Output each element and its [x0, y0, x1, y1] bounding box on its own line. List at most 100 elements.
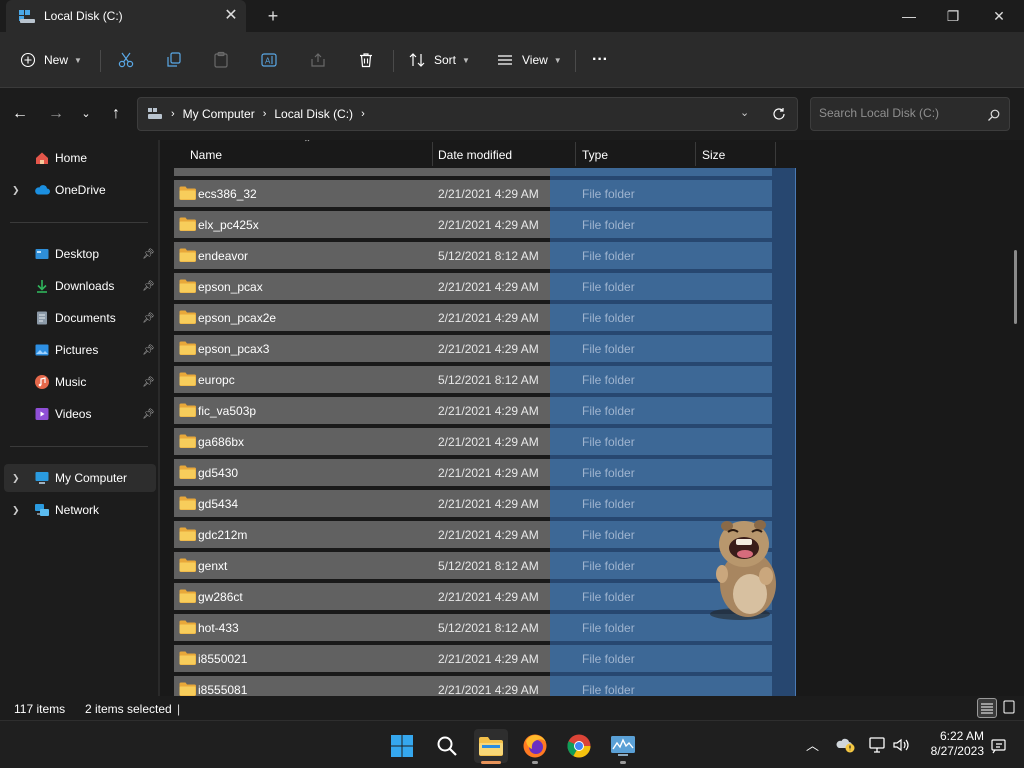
- recent-locations-button[interactable]: ⌄: [74, 103, 98, 125]
- file-name: gw286ct: [198, 590, 243, 604]
- firefox-icon: [523, 734, 547, 758]
- minimize-button[interactable]: —: [886, 0, 932, 32]
- show-hidden-icons-chevron-icon[interactable]: ︿: [806, 735, 819, 754]
- tab-local-disk[interactable]: Local Disk (C:) ✕: [6, 0, 246, 32]
- table-row[interactable]: epson_pcax2e 2/21/2021 4:29 AM File folder: [174, 304, 772, 331]
- search-input[interactable]: [819, 106, 979, 120]
- search-taskbar-button[interactable]: [430, 729, 464, 763]
- chrome-taskbar-button[interactable]: [562, 729, 596, 763]
- start-button[interactable]: [385, 729, 419, 763]
- file-date-modified: 2/21/2021 4:29 AM: [438, 497, 539, 511]
- expand-chevron-icon[interactable]: ❯: [12, 505, 20, 516]
- sidebar-item-desktop[interactable]: Desktop 📌︎: [4, 240, 156, 268]
- table-row[interactable]: epson_pcax 2/21/2021 4:29 AM File folder: [174, 273, 772, 300]
- breadcrumb-my-computer[interactable]: My Computer: [183, 107, 255, 121]
- address-bar[interactable]: › My Computer › Local Disk (C:) › ⌄: [137, 97, 798, 131]
- rename-button[interactable]: A: [260, 44, 278, 76]
- address-history-chevron-icon[interactable]: ⌄: [740, 106, 749, 119]
- address-row: ← → ⌄ ↑ › My Computer › Local Disk (C:) …: [0, 88, 1024, 140]
- search-box[interactable]: [810, 97, 1010, 131]
- sidebar-item-pictures[interactable]: Pictures 📌︎: [4, 336, 156, 364]
- table-row[interactable]: gdc212m 2/21/2021 4:29 AM File folder: [174, 521, 772, 548]
- column-header-date[interactable]: Date modified: [438, 148, 512, 162]
- file-type: File folder: [582, 373, 635, 387]
- sidebar-item-downloads[interactable]: Downloads 📌︎: [4, 272, 156, 300]
- volume-icon[interactable]: [892, 736, 910, 754]
- table-row[interactable]: fic_va503p 2/21/2021 4:29 AM File folder: [174, 397, 772, 424]
- column-divider[interactable]: [432, 142, 433, 166]
- column-header-type[interactable]: Type: [582, 148, 608, 162]
- column-header-name[interactable]: Name: [190, 148, 222, 162]
- resource-monitor-taskbar-button[interactable]: [606, 729, 640, 763]
- refresh-icon[interactable]: [772, 107, 786, 121]
- view-button[interactable]: View ▼: [496, 44, 562, 76]
- sidebar-item-documents[interactable]: Documents 📌︎: [4, 304, 156, 332]
- up-button[interactable]: ↑: [104, 103, 128, 125]
- forward-button[interactable]: →: [44, 103, 68, 125]
- file-date-modified: 5/12/2021 8:12 AM: [438, 249, 539, 263]
- clipboard-icon: [214, 51, 228, 68]
- breadcrumb-chevron-icon[interactable]: ›: [361, 108, 365, 120]
- table-row[interactable]: elx_pc425x 2/21/2021 4:29 AM File folder: [174, 211, 772, 238]
- table-row[interactable]: i8550021 2/21/2021 4:29 AM File folder: [174, 645, 772, 672]
- cut-button[interactable]: [117, 44, 135, 76]
- table-row[interactable]: gd5434 2/21/2021 4:29 AM File folder: [174, 490, 772, 517]
- table-row[interactable]: gw286ct 2/21/2021 4:29 AM File folder: [174, 583, 772, 610]
- new-button[interactable]: New ▼: [20, 44, 82, 76]
- sidebar-item-network[interactable]: ❯ Network: [4, 496, 156, 524]
- table-row[interactable]: hot-433 5/12/2021 8:12 AM File folder: [174, 614, 772, 641]
- file-date-modified: 2/21/2021 4:29 AM: [438, 187, 539, 201]
- sidebar-item-onedrive[interactable]: ❯ OneDrive: [4, 176, 156, 204]
- close-tab-icon[interactable]: ✕: [220, 5, 242, 27]
- copy-button[interactable]: [165, 44, 183, 76]
- column-divider[interactable]: [575, 142, 576, 166]
- system-clock[interactable]: 6:22 AM 8/27/2023: [920, 729, 984, 759]
- tiles-view-toggle[interactable]: [1000, 698, 1020, 718]
- table-row[interactable]: ecs386_32 2/21/2021 4:29 AM File folder: [174, 180, 772, 207]
- table-row[interactable]: genxt 5/12/2021 8:12 AM File folder: [174, 552, 772, 579]
- sidebar-item-my-computer[interactable]: ❯ My Computer: [4, 464, 156, 492]
- breadcrumb-chevron-icon[interactable]: ›: [263, 108, 267, 120]
- table-row[interactable]: i8555081 2/21/2021 4:29 AM File folder: [174, 676, 772, 696]
- onedrive-warning-icon[interactable]: [836, 737, 856, 753]
- table-row[interactable]: [174, 168, 772, 176]
- column-header-size[interactable]: Size: [702, 148, 725, 162]
- paste-button[interactable]: [212, 44, 230, 76]
- close-button[interactable]: ✕: [976, 0, 1022, 32]
- file-name: elx_pc425x: [198, 218, 259, 232]
- back-button[interactable]: ←: [8, 103, 32, 125]
- delete-button[interactable]: [357, 44, 375, 76]
- search-icon[interactable]: [987, 109, 1000, 122]
- table-row[interactable]: epson_pcax3 2/21/2021 4:29 AM File folder: [174, 335, 772, 362]
- file-date-modified: 2/21/2021 4:29 AM: [438, 652, 539, 666]
- network-tray-icon[interactable]: [868, 736, 886, 754]
- table-row[interactable]: europc 5/12/2021 8:12 AM File folder: [174, 366, 772, 393]
- file-name: i8555081: [198, 683, 248, 696]
- share-button[interactable]: [309, 44, 327, 76]
- sidebar-item-home[interactable]: Home: [4, 144, 156, 172]
- column-divider[interactable]: [775, 142, 776, 166]
- tiles-view-icon: [1003, 700, 1015, 714]
- vertical-scrollbar-thumb[interactable]: [1014, 250, 1017, 324]
- breadcrumb-local-disk[interactable]: Local Disk (C:): [274, 107, 353, 121]
- table-row[interactable]: ga686bx 2/21/2021 4:29 AM File folder: [174, 428, 772, 455]
- table-row[interactable]: gd5430 2/21/2021 4:29 AM File folder: [174, 459, 772, 486]
- sidebar-item-videos[interactable]: Videos 📌︎: [4, 400, 156, 428]
- file-date-modified: 2/21/2021 4:29 AM: [438, 342, 539, 356]
- column-divider[interactable]: [695, 142, 696, 166]
- sidebar-item-label: Home: [55, 151, 88, 165]
- expand-chevron-icon[interactable]: ❯: [12, 473, 20, 484]
- details-view-toggle[interactable]: [977, 698, 997, 718]
- table-row[interactable]: endeavor 5/12/2021 8:12 AM File folder: [174, 242, 772, 269]
- maximize-button[interactable]: ❐: [930, 0, 976, 32]
- more-options-button[interactable]: ···: [592, 44, 608, 76]
- chrome-icon: [567, 734, 591, 758]
- new-tab-button[interactable]: +: [262, 5, 284, 27]
- file-explorer-taskbar-button[interactable]: [474, 729, 508, 763]
- sidebar-item-music[interactable]: Music 📌︎: [4, 368, 156, 396]
- firefox-taskbar-button[interactable]: [518, 729, 552, 763]
- notification-bell-icon[interactable]: [990, 737, 1008, 755]
- expand-chevron-icon[interactable]: ❯: [12, 185, 20, 196]
- file-type: File folder: [582, 342, 635, 356]
- sort-button[interactable]: Sort ▼: [408, 44, 470, 76]
